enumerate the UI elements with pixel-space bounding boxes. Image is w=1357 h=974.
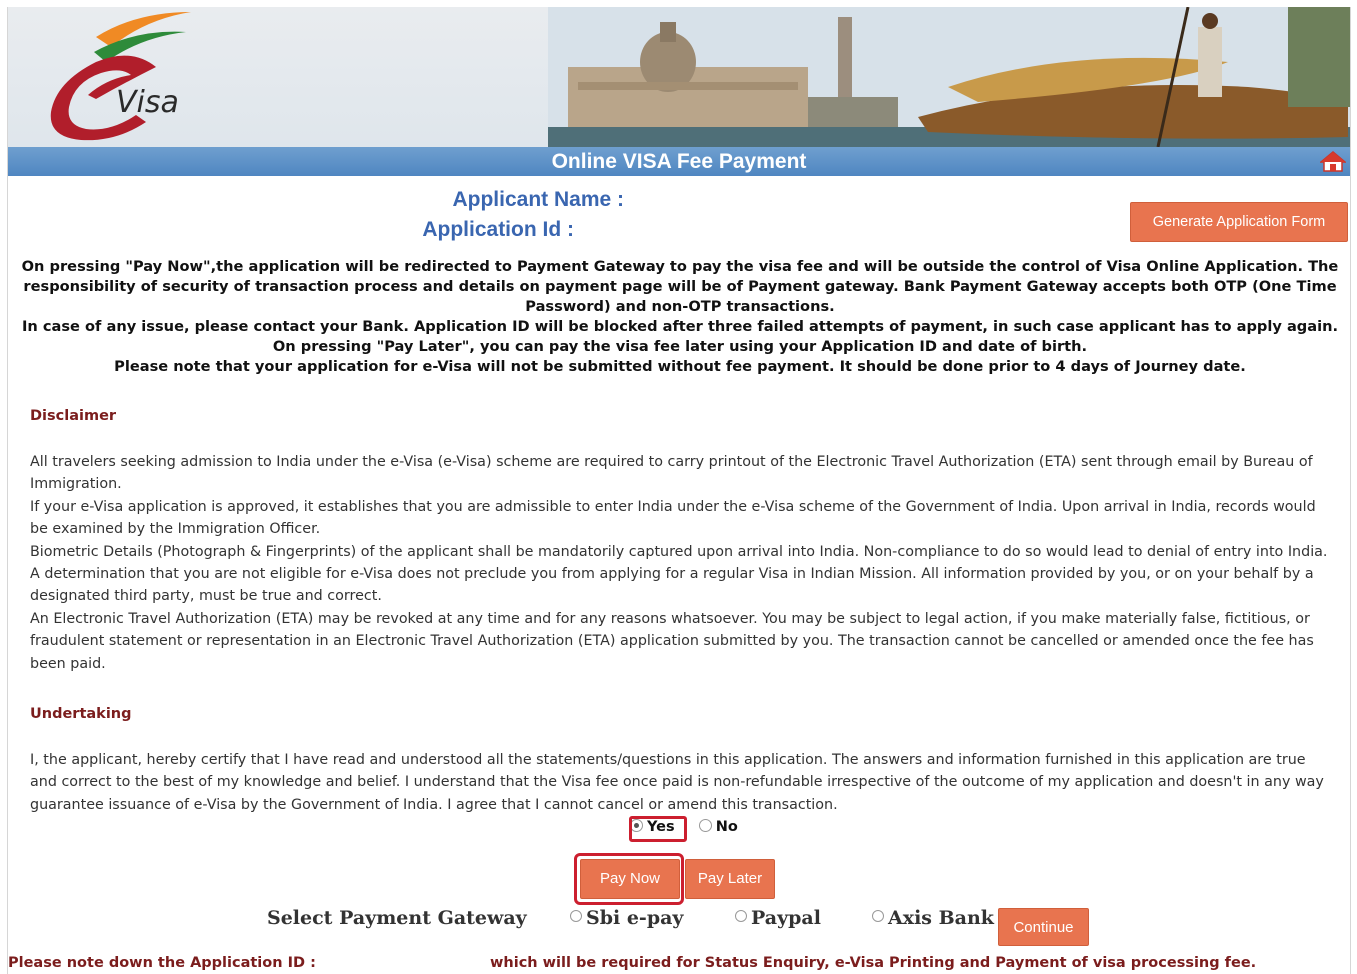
disclaimer-paragraph: All travelers seeking admission to India… <box>30 454 1313 493</box>
evisa-logo: Visa <box>50 12 191 141</box>
footer-note-right: which will be required for Status Enquir… <box>490 955 1257 971</box>
banner-photo <box>548 7 1350 147</box>
gateway-option-label: Axis Bank <box>888 907 994 929</box>
undertaking-text: I, the applicant, hereby certify that I … <box>30 749 1330 816</box>
undertaking-paragraph: I, the applicant, hereby certify that I … <box>30 752 1324 813</box>
disclaimer-text: All travelers seeking admission to India… <box>30 451 1330 675</box>
gateway-option-label: Sbi e-pay <box>586 907 684 929</box>
home-icon[interactable] <box>1320 150 1346 172</box>
no-radio[interactable] <box>698 819 712 832</box>
gateway-option-label: Paypal <box>751 907 821 929</box>
disclaimer-paragraph: An Electronic Travel Authorization (ETA)… <box>30 610 1314 672</box>
disclaimer-paragraph: Biometric Details (Photograph & Fingerpr… <box>30 543 1328 605</box>
continue-button[interactable]: Continue <box>998 908 1089 946</box>
svg-text:Visa: Visa <box>116 85 179 120</box>
disclaimer-paragraph: If your e-Visa application is approved, … <box>30 498 1316 538</box>
page-title: Online VISA Fee Payment <box>551 150 807 173</box>
generate-application-form-button[interactable]: Generate Application Form <box>1130 202 1348 242</box>
notice-line: Please note that your application for e-… <box>114 358 1246 375</box>
notice-line: On pressing "Pay Now",the application wi… <box>21 258 1339 315</box>
payment-gateway-label: Select Payment Gateway <box>267 907 527 929</box>
applicant-name-label: Applicant Name : <box>452 188 624 211</box>
no-label: No <box>715 819 738 835</box>
payment-notice: On pressing "Pay Now",the application wi… <box>16 257 1344 377</box>
pay-now-highlight-box <box>574 853 684 905</box>
disclaimer-heading: Disclaimer <box>30 408 117 424</box>
gateway-option-axis[interactable]: Axis Bank <box>872 907 994 929</box>
pay-later-button[interactable]: Pay Later <box>685 859 775 899</box>
footer-note-left: Please note down the Application ID : <box>8 955 316 971</box>
gateway-option-sbi[interactable]: Sbi e-pay <box>570 907 683 929</box>
undertaking-heading: Undertaking <box>30 706 132 722</box>
paypal-radio[interactable] <box>735 910 747 922</box>
axis-radio[interactable] <box>872 910 884 922</box>
header-banner: Visa <box>8 7 1350 147</box>
yes-highlight-box <box>629 816 687 842</box>
title-bar: Online VISA Fee Payment <box>8 147 1350 176</box>
application-id-label: Application Id : <box>422 218 574 241</box>
gateway-option-paypal[interactable]: Paypal <box>735 907 821 929</box>
page: Visa Online VISA Fee Payment Applicant N… <box>7 7 1351 974</box>
notice-line: In case of any issue, please contact you… <box>21 318 1339 355</box>
sbi-radio[interactable] <box>570 910 582 922</box>
